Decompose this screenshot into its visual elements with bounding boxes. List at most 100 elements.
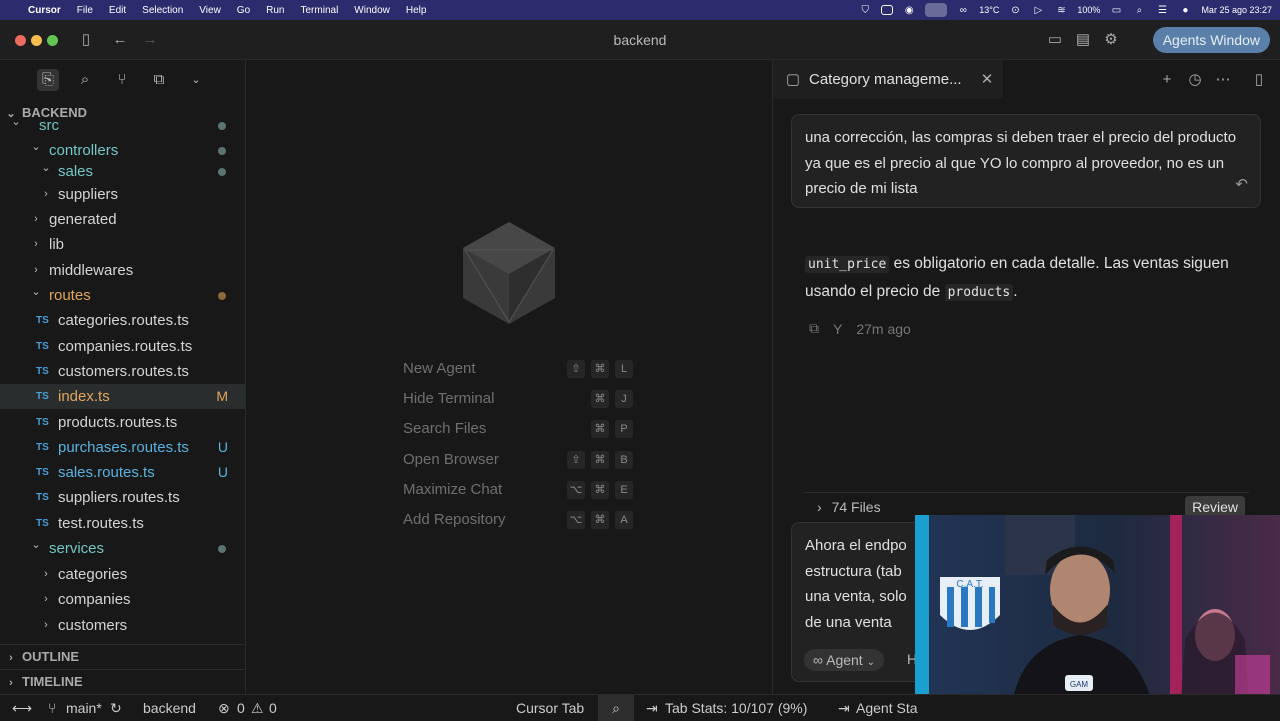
- file-tree-folder[interactable]: › categories: [0, 562, 246, 587]
- extensions-icon[interactable]: ⧉: [148, 69, 170, 91]
- file-tree-file[interactable]: TS customers.routes.ts: [0, 359, 246, 384]
- toggle-panel-icon[interactable]: ▭: [1045, 30, 1065, 50]
- menu-run[interactable]: Run: [258, 5, 292, 16]
- play-icon[interactable]: ▷: [1031, 4, 1045, 16]
- settings-gear-icon[interactable]: ⚙: [1101, 30, 1121, 50]
- user-message-bubble[interactable]: una corrección, las compras si deben tra…: [791, 114, 1261, 208]
- control-center-icon[interactable]: ☰: [1155, 4, 1169, 16]
- more-options-icon[interactable]: ⋯: [1213, 70, 1233, 90]
- toggle-panel-icon[interactable]: ▯: [1249, 70, 1269, 90]
- menu-selection[interactable]: Selection: [134, 5, 191, 16]
- shield-icon[interactable]: ⛉: [858, 4, 872, 16]
- git-branch[interactable]: main*: [66, 700, 102, 716]
- source-control-icon[interactable]: ⑂: [111, 69, 133, 91]
- typescript-file-icon: TS: [36, 391, 49, 402]
- close-icon[interactable]: ✕: [977, 70, 997, 90]
- link-icon[interactable]: ∞: [956, 4, 970, 16]
- clock[interactable]: Mar 25 ago 23:27: [1201, 5, 1272, 15]
- shortcut-row[interactable]: Maximize Chat ⌥ ⌘ E: [403, 480, 633, 503]
- branch-fork-icon[interactable]: Y: [833, 321, 842, 337]
- menu-app-name[interactable]: Cursor: [26, 5, 69, 16]
- tab-stats[interactable]: Tab Stats: 10/107 (9%): [665, 700, 807, 716]
- menu-file[interactable]: File: [69, 5, 101, 16]
- file-tree-label: customers: [58, 617, 128, 634]
- window-manager-icon[interactable]: [925, 3, 948, 17]
- chevron-right-icon: ›: [9, 652, 13, 664]
- file-tree-file[interactable]: TS companies.routes.ts: [0, 334, 246, 359]
- project-name[interactable]: backend: [143, 700, 196, 716]
- error-count[interactable]: 0: [237, 700, 245, 716]
- file-tree-folder[interactable]: › suppliers: [0, 182, 246, 207]
- chevron-right-icon: ›: [44, 188, 48, 200]
- undo-arrow-icon[interactable]: ↶: [1235, 172, 1248, 198]
- sync-icon[interactable]: ↻: [110, 700, 122, 717]
- modified-dot: [218, 122, 226, 130]
- shortcut-row[interactable]: Hide Terminal ⌘ J: [403, 390, 633, 412]
- chat-tab[interactable]: ▢ Category manageme... ✕: [773, 60, 1003, 100]
- file-tree-folder[interactable]: ⌄ sales: [0, 159, 246, 184]
- menu-window[interactable]: Window: [346, 5, 398, 16]
- file-tree-file[interactable]: TS suppliers.routes.ts: [0, 485, 246, 510]
- broadcast-icon[interactable]: ◉: [902, 4, 916, 16]
- battery-percent[interactable]: 100%: [1077, 5, 1100, 15]
- menu-view[interactable]: View: [191, 5, 229, 16]
- shortcut-row[interactable]: Search Files ⌘ P: [403, 420, 633, 442]
- siri-icon[interactable]: ●: [1178, 4, 1192, 16]
- shortcut-row[interactable]: New Agent ⇧ ⌘ L: [403, 360, 633, 382]
- copy-icon[interactable]: ⧉: [809, 320, 819, 337]
- file-tree-label: routes: [49, 287, 91, 304]
- file-tree-file[interactable]: TS purchases.routes.ts U: [0, 435, 246, 460]
- chevron-down-icon[interactable]: ⌄: [185, 69, 207, 91]
- shortcut-key: J: [615, 390, 633, 409]
- battery-icon[interactable]: ▭: [1109, 4, 1123, 16]
- explorer-files-icon[interactable]: ⎘: [37, 69, 59, 91]
- outline-section-header[interactable]: › OUTLINE: [0, 644, 246, 668]
- modified-dot: [218, 147, 226, 155]
- chevron-right-icon: ›: [44, 568, 48, 580]
- file-tree-folder[interactable]: › companies: [0, 587, 246, 612]
- agent-status[interactable]: Agent Sta: [856, 700, 918, 716]
- history-clock-icon[interactable]: ◷: [1185, 70, 1205, 90]
- weather-temperature[interactable]: 13°C: [979, 5, 999, 15]
- cursor-tab-status[interactable]: Cursor Tab: [516, 700, 584, 716]
- menu-help[interactable]: Help: [398, 5, 435, 16]
- warning-count[interactable]: 0: [269, 700, 277, 716]
- file-tree-folder[interactable]: › lib: [0, 232, 246, 257]
- chevron-down-icon: ⌄: [31, 539, 41, 551]
- menu-edit[interactable]: Edit: [101, 5, 134, 16]
- wifi-icon[interactable]: ≋: [1054, 4, 1068, 16]
- search-icon[interactable]: ⌕: [1132, 4, 1146, 16]
- file-tree-file[interactable]: TS index.ts M: [0, 384, 246, 409]
- agents-window-button[interactable]: Agents Window: [1152, 27, 1270, 53]
- record-icon[interactable]: ⊙: [1008, 4, 1022, 16]
- files-count: 74 Files: [831, 499, 881, 515]
- file-tree-file[interactable]: TS sales.routes.ts U: [0, 460, 246, 485]
- file-tree-folder[interactable]: › generated: [0, 207, 246, 232]
- remote-icon[interactable]: ⟷: [12, 700, 32, 717]
- search-zoom-icon[interactable]: ⌕: [598, 695, 634, 721]
- file-tree-label: customers.routes.ts: [58, 363, 189, 380]
- file-tree-folder[interactable]: ⌄ services: [0, 536, 246, 561]
- warning-icon[interactable]: ⚠: [251, 700, 264, 717]
- typescript-file-icon: TS: [36, 366, 49, 377]
- timeline-title: TIMELINE: [22, 674, 83, 689]
- menu-go[interactable]: Go: [229, 5, 258, 16]
- file-tree-label: suppliers.routes.ts: [58, 489, 180, 506]
- menu-terminal[interactable]: Terminal: [293, 5, 347, 16]
- chat-icon[interactable]: ▤: [1073, 30, 1093, 50]
- file-tree-folder[interactable]: ⌄ routes: [0, 283, 246, 308]
- file-tree-folder[interactable]: › customers: [0, 613, 246, 638]
- file-tree-file[interactable]: TS categories.routes.ts: [0, 308, 246, 333]
- file-tree-file[interactable]: TS products.routes.ts: [0, 410, 246, 435]
- new-chat-plus-icon[interactable]: +: [1157, 70, 1177, 90]
- shortcut-row[interactable]: Add Repository ⌥ ⌘ A: [403, 511, 633, 533]
- composer-input[interactable]: Ahora el endpo estructura (tab una venta…: [805, 533, 915, 635]
- shortcut-row[interactable]: Open Browser ⇧ ⌘ B: [403, 450, 633, 473]
- agent-mode-selector[interactable]: ∞ Agent ⌄: [804, 649, 884, 671]
- errors-icon[interactable]: ⊗: [218, 700, 230, 717]
- mug-text: GAM: [1070, 680, 1089, 689]
- screen-record-icon[interactable]: [881, 5, 894, 15]
- timeline-section-header[interactable]: › TIMELINE: [0, 669, 246, 693]
- file-tree-label: services: [49, 540, 105, 557]
- search-icon[interactable]: ⌕: [74, 69, 96, 91]
